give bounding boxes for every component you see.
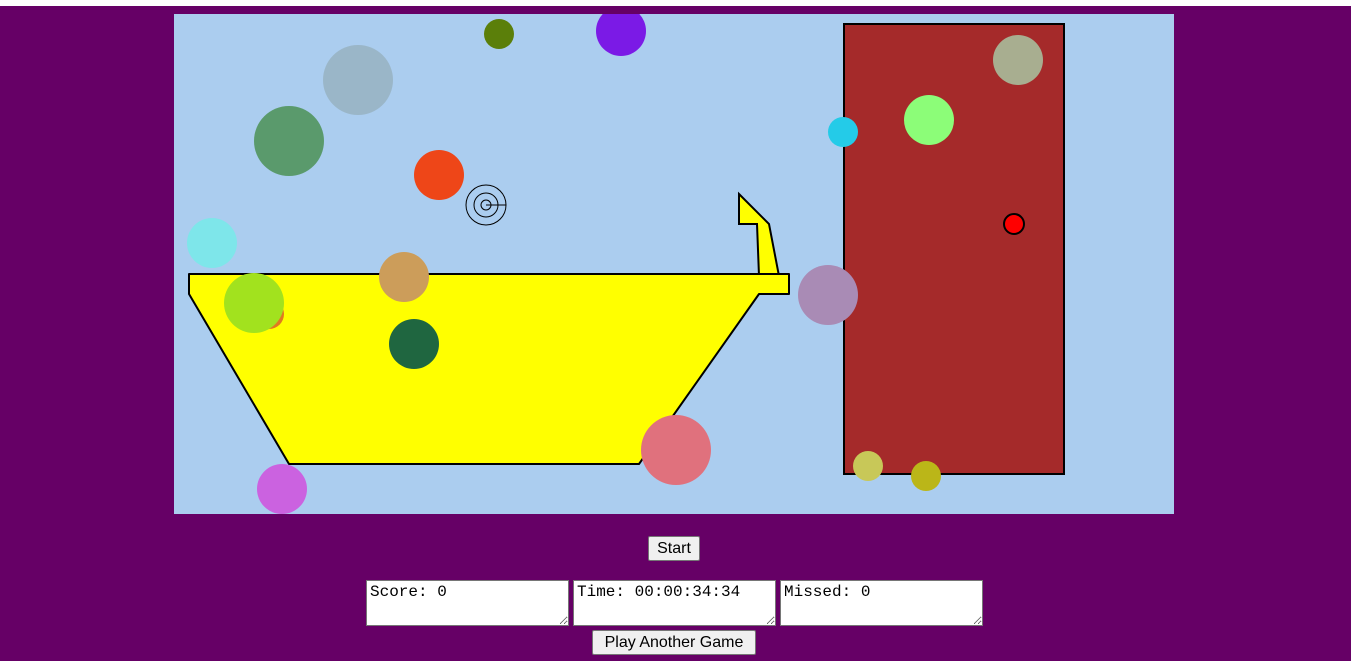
bubble[interactable]: [254, 106, 324, 176]
door: [843, 23, 1065, 475]
bubble[interactable]: [484, 19, 514, 49]
time-field[interactable]: Time: 00:00:34:34: [573, 580, 776, 626]
bubble[interactable]: [853, 451, 883, 481]
score-field[interactable]: Score: 0: [366, 580, 569, 626]
bubble[interactable]: [828, 117, 858, 147]
play-another-game-button[interactable]: Play Another Game: [592, 630, 756, 655]
bubble[interactable]: [904, 95, 954, 145]
top-strip: [0, 0, 1351, 6]
bubble[interactable]: [414, 150, 464, 200]
bubble[interactable]: [389, 319, 439, 369]
bubble[interactable]: [641, 415, 711, 485]
game-canvas[interactable]: [174, 14, 1174, 514]
bubble[interactable]: [224, 273, 284, 333]
bubble[interactable]: [993, 35, 1043, 85]
bubble[interactable]: [911, 461, 941, 491]
target-dot[interactable]: [1003, 213, 1025, 235]
start-button[interactable]: Start: [648, 536, 700, 561]
bubble[interactable]: [323, 45, 393, 115]
bubble[interactable]: [187, 218, 237, 268]
bubble[interactable]: [257, 464, 307, 514]
bubble[interactable]: [379, 252, 429, 302]
bubble[interactable]: [798, 265, 858, 325]
missed-field[interactable]: Missed: 0: [780, 580, 983, 626]
